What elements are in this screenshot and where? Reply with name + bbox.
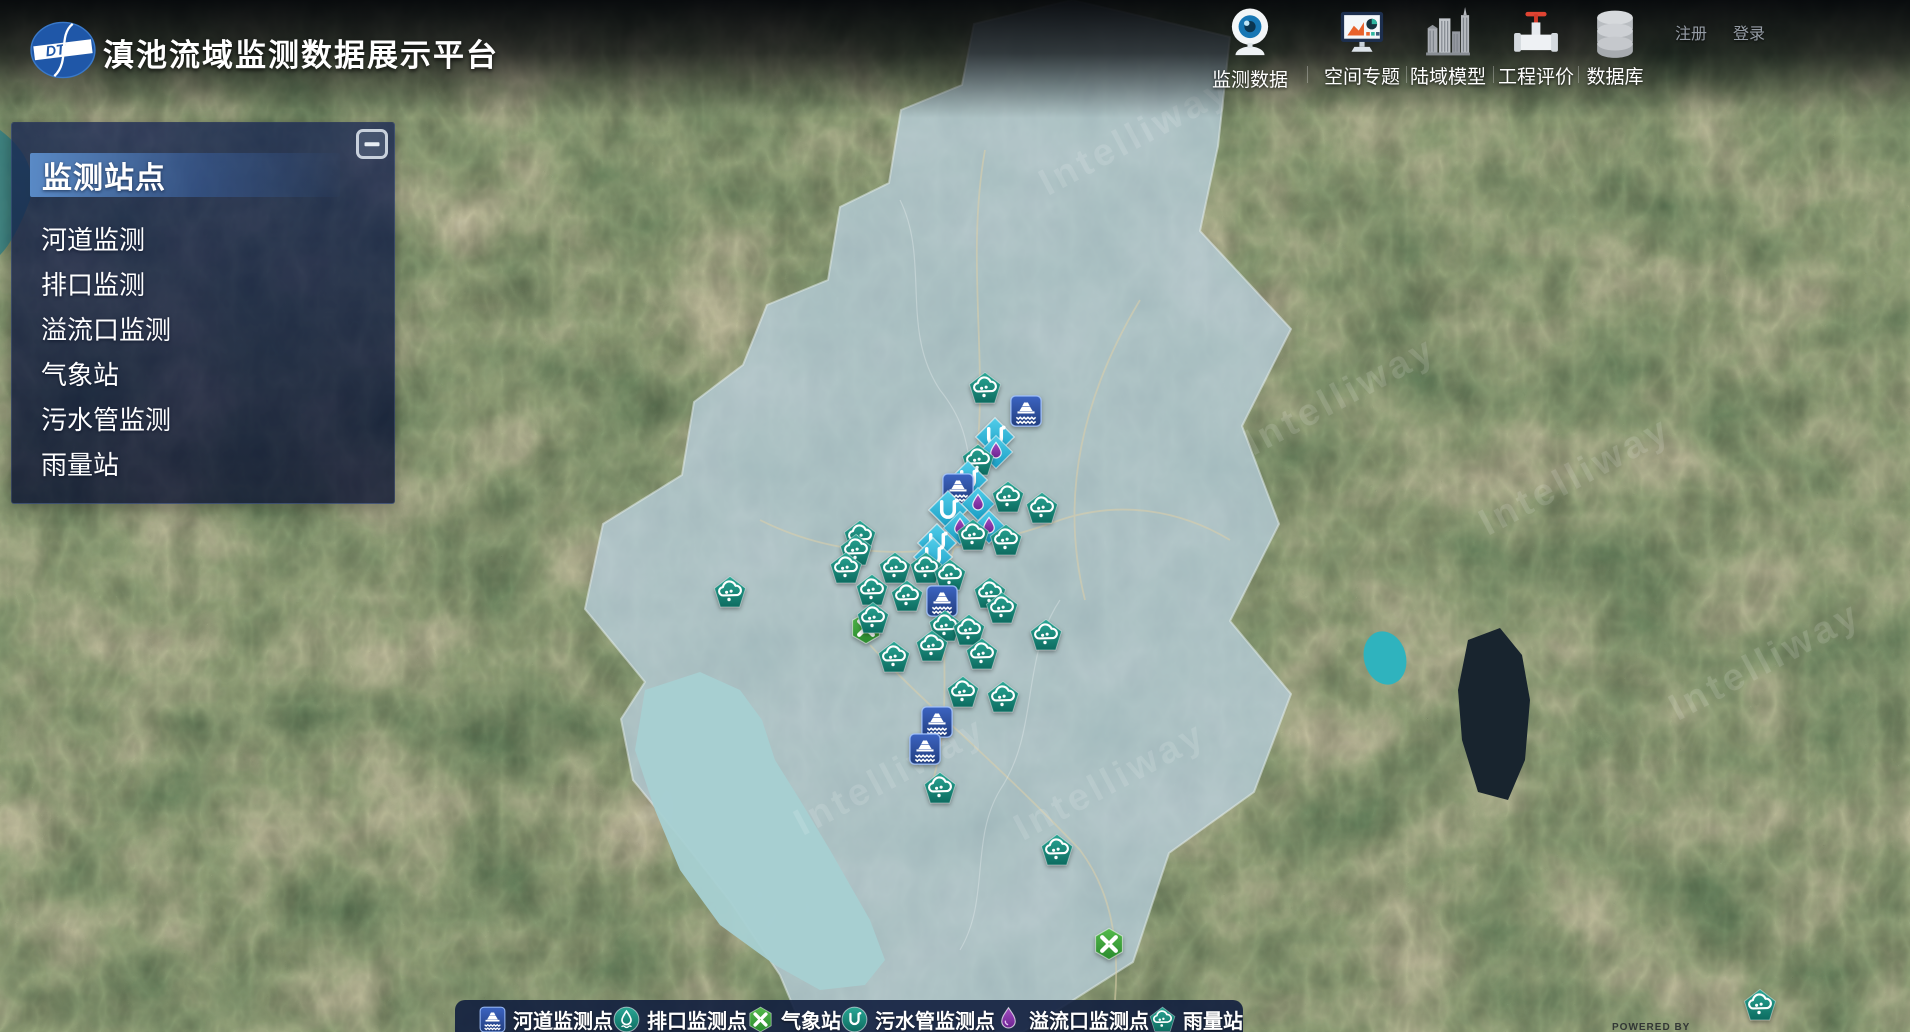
legend-label: 气象站 bbox=[781, 1005, 841, 1032]
legend-item-outlet[interactable]: 排口监测点 bbox=[613, 1005, 747, 1032]
map-marker-rain[interactable] bbox=[890, 579, 924, 613]
minus-icon bbox=[365, 142, 380, 146]
map-marker-rain[interactable] bbox=[1025, 491, 1059, 525]
weather-station-icon bbox=[747, 1006, 774, 1032]
nav-separator bbox=[1307, 66, 1308, 83]
map-marker-rain[interactable] bbox=[986, 680, 1020, 714]
outlet-monitor-icon bbox=[613, 1006, 640, 1032]
sewage-pipe-icon bbox=[841, 1006, 868, 1032]
sidebar-item-rain-station[interactable]: 雨量站 bbox=[12, 443, 394, 488]
map-marker-rain[interactable] bbox=[985, 591, 1019, 625]
legend-label: 雨量站 bbox=[1183, 1005, 1243, 1032]
map-marker-rain[interactable] bbox=[968, 371, 1002, 405]
register-link[interactable]: 注册 bbox=[1675, 20, 1707, 44]
powered-by-text: POWERED BY bbox=[1612, 1022, 1690, 1032]
legend-label: 河道监测点 bbox=[513, 1005, 613, 1032]
rain-gauge-icon bbox=[1149, 1006, 1176, 1032]
map-marker-rain[interactable] bbox=[991, 480, 1025, 514]
map-legend-bar: 河道监测点 排口监测点 气象站 污水管监测点 溢流口监测点 雨量站 bbox=[455, 1000, 1243, 1032]
monitor-chart-icon bbox=[1336, 7, 1388, 59]
overflow-outlet-icon bbox=[995, 1006, 1022, 1032]
legend-label: 排口监测点 bbox=[647, 1005, 747, 1032]
map-marker-river[interactable] bbox=[909, 733, 942, 766]
header-bar: DT 滇池流域监测数据展示平台 监测数据 空间专题 陆域模型 工程评价 数据库 bbox=[0, 0, 1910, 118]
nav-separator bbox=[1578, 66, 1579, 83]
app-root: IntelliwayIntelliwayIntelliwayIntelliway… bbox=[0, 0, 1910, 1032]
sidebar-item-river-monitoring[interactable]: 河道监测 bbox=[12, 218, 394, 263]
login-link[interactable]: 登录 bbox=[1733, 20, 1765, 44]
map-marker-rain[interactable] bbox=[923, 771, 957, 805]
map-marker-rain[interactable] bbox=[877, 640, 911, 674]
monitoring-stations-panel: 监测站点 河道监测 排口监测 溢流口监测 气象站 污水管监测 雨量站 bbox=[11, 122, 395, 504]
panel-titlebar[interactable]: 监测站点 bbox=[30, 153, 340, 197]
webcam-icon bbox=[1221, 4, 1279, 62]
city-buildings-icon bbox=[1422, 7, 1474, 59]
map-marker-rain[interactable] bbox=[915, 629, 949, 663]
database-icon bbox=[1589, 7, 1641, 59]
map-marker-rain[interactable] bbox=[946, 675, 980, 709]
map-marker-weather[interactable] bbox=[1092, 927, 1126, 961]
map-marker-rain[interactable] bbox=[989, 523, 1023, 557]
nav-label: 监测数据 bbox=[1212, 65, 1288, 92]
map-marker-rain[interactable] bbox=[965, 637, 999, 671]
map-marker-rain[interactable] bbox=[1040, 833, 1074, 867]
nav-separator bbox=[1493, 66, 1494, 83]
nav-item-database[interactable]: 数据库 bbox=[1555, 7, 1675, 89]
legend-label: 污水管监测点 bbox=[875, 1005, 995, 1032]
map-marker-rain[interactable] bbox=[1029, 618, 1063, 652]
nav-item-monitoring-data[interactable]: 监测数据 bbox=[1190, 7, 1310, 92]
legend-label: 溢流口监测点 bbox=[1029, 1005, 1149, 1032]
sidebar-item-overflow-monitoring[interactable]: 溢流口监测 bbox=[12, 308, 394, 353]
river-monitor-icon bbox=[479, 1006, 506, 1032]
sidebar-item-weather-station[interactable]: 气象站 bbox=[12, 353, 394, 398]
page-title: 滇池流域监测数据展示平台 bbox=[103, 30, 499, 75]
map-marker-rain[interactable] bbox=[713, 575, 747, 609]
sidebar-item-sewage-monitoring[interactable]: 污水管监测 bbox=[12, 398, 394, 443]
legend-item-weather[interactable]: 气象站 bbox=[747, 1005, 841, 1032]
sidebar-item-outlet-monitoring[interactable]: 排口监测 bbox=[12, 263, 394, 308]
panel-minimize-button[interactable] bbox=[356, 129, 388, 159]
map-marker-rain[interactable] bbox=[856, 601, 890, 635]
map-marker-rain[interactable] bbox=[956, 518, 990, 552]
panel-item-list: 河道监测 排口监测 溢流口监测 气象站 污水管监测 雨量站 bbox=[12, 218, 394, 488]
nav-label: 数据库 bbox=[1586, 62, 1643, 89]
panel-title: 监测站点 bbox=[30, 153, 166, 197]
map-marker-rain[interactable] bbox=[1743, 988, 1777, 1022]
legend-item-river[interactable]: 河道监测点 bbox=[479, 1005, 613, 1032]
platform-logo-icon: DT bbox=[29, 20, 97, 80]
nav-separator bbox=[1406, 66, 1407, 83]
nav-label: 陆域模型 bbox=[1410, 62, 1486, 89]
legend-item-overflow[interactable]: 溢流口监测点 bbox=[995, 1005, 1149, 1032]
legend-item-rain[interactable]: 雨量站 bbox=[1149, 1005, 1243, 1032]
legend-item-sewage[interactable]: 污水管监测点 bbox=[841, 1005, 995, 1032]
